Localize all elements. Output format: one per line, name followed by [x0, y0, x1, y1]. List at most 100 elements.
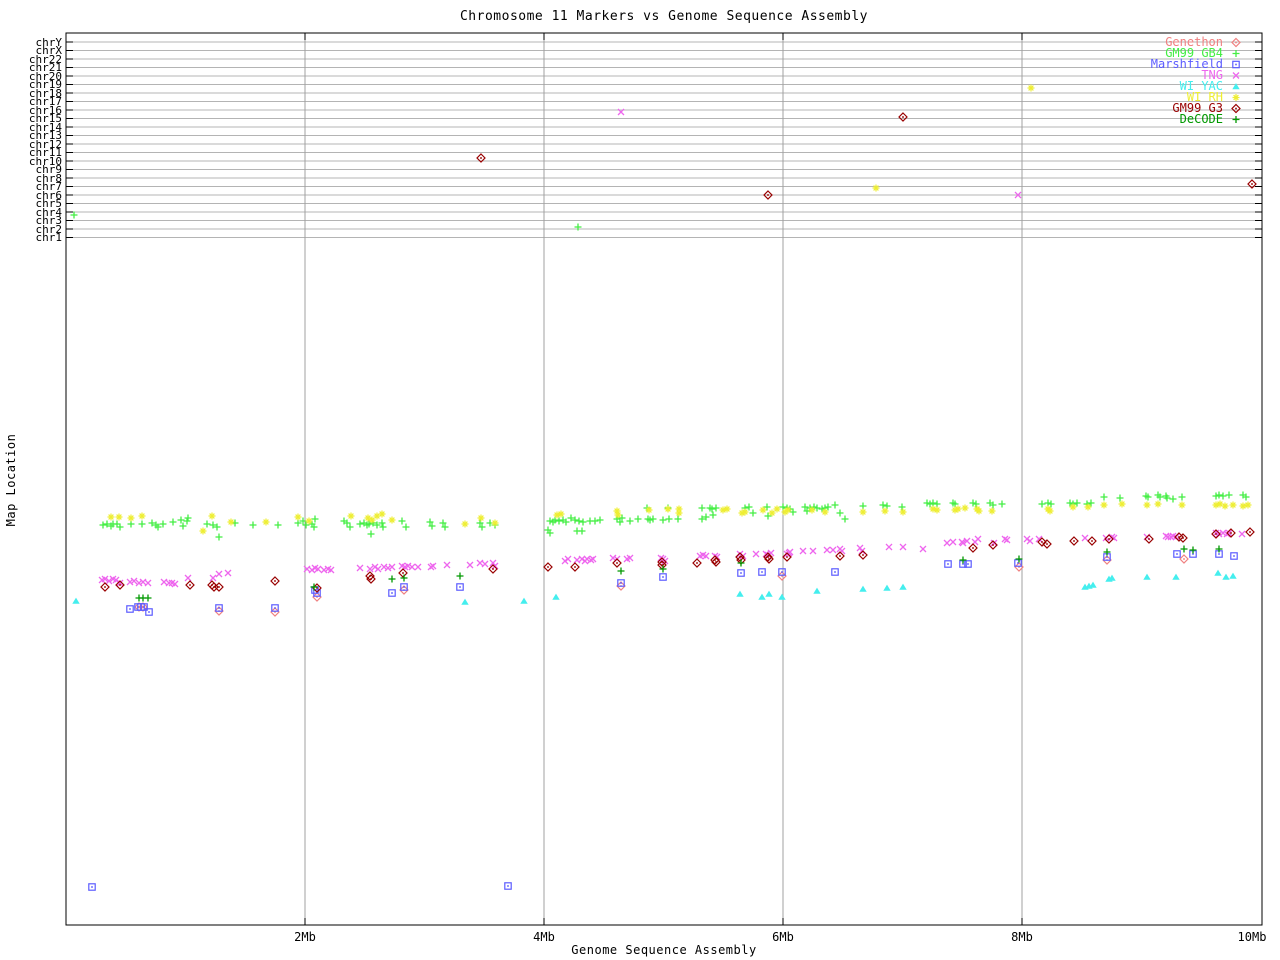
marker-wiyac — [758, 593, 766, 600]
marker-gm99gb4 — [168, 517, 178, 527]
marker-decode — [1188, 545, 1198, 555]
marker-tng — [443, 561, 451, 569]
marker-tng — [1238, 530, 1246, 538]
marker-gm99gb4 — [835, 508, 845, 518]
marker-wirh — [476, 513, 486, 523]
marker-tng — [823, 546, 831, 554]
marker-wirh — [226, 517, 236, 527]
marker-tng — [356, 564, 364, 572]
marker-wirh — [1243, 500, 1253, 510]
marker-wirh — [387, 515, 397, 525]
marker-wirh — [1142, 500, 1152, 510]
marker-wirh — [207, 511, 217, 521]
marker-wirh — [126, 513, 136, 523]
marker-gm99gb4 — [126, 519, 136, 529]
marker-gm99g3 — [270, 576, 280, 586]
plot-border — [65, 32, 1263, 926]
marker-wirh — [1177, 500, 1187, 510]
marker-gm99gb4 — [1177, 492, 1187, 502]
marker-tng — [374, 565, 382, 573]
legend-marker-marshfield-icon — [1232, 60, 1240, 69]
x-tick-label-2mb: 2Mb — [294, 930, 316, 944]
marker-gm99g3 — [214, 582, 224, 592]
marker-gm99gb4 — [697, 503, 707, 513]
marker-tng — [799, 547, 807, 555]
marker-wirh — [898, 507, 908, 517]
marker-decode — [1102, 547, 1112, 557]
marker-wirh — [346, 511, 356, 521]
marker-gm99g3 — [543, 562, 553, 572]
marker-tng — [752, 550, 760, 558]
marker-wirh — [1153, 499, 1163, 509]
marker-wiyac — [765, 590, 773, 597]
marker-marshfield — [737, 569, 745, 577]
marker-gm99g3 — [968, 543, 978, 553]
marker-wiyac — [778, 593, 786, 600]
legend-marker-tng-icon — [1232, 71, 1240, 80]
marker-decode — [658, 564, 668, 574]
marker-wirh — [1228, 500, 1238, 510]
marker-decode — [958, 555, 968, 565]
marker-wiyac — [813, 587, 821, 594]
marker-wiyac — [1172, 573, 1180, 580]
marker-wirh — [293, 512, 303, 522]
marker-wirh — [960, 503, 970, 513]
gridlines — [67, 34, 1261, 924]
marker-marshfield — [944, 560, 952, 568]
marker-gm99g3 — [398, 568, 408, 578]
marker-gm99gb4 — [178, 521, 188, 531]
marker-wirh — [114, 512, 124, 522]
legend-entry-marshfield: Marshfield — [1151, 58, 1242, 70]
marker-marshfield — [88, 883, 96, 891]
marker-gm99gb4 — [744, 502, 754, 512]
marker-marshfield — [388, 589, 396, 597]
marker-gm99gb4 — [578, 517, 588, 527]
y-axis-label-chr1: chr1 — [35, 231, 63, 244]
marker-gm99gb4 — [378, 522, 388, 532]
marker-genethon — [1179, 554, 1189, 564]
marker-gm99gb4 — [1037, 499, 1047, 509]
marker-gm99gb4 — [673, 514, 683, 524]
marker-gm99gb4 — [595, 515, 605, 525]
marker-gm99gb4 — [897, 502, 907, 512]
marker-gm99gb4 — [830, 500, 840, 510]
marker-wirh — [106, 512, 116, 522]
marker-tng — [224, 569, 232, 577]
marker-gm99gb4 — [1218, 491, 1228, 501]
marker-wiyac — [552, 593, 560, 600]
marker-wirh — [987, 506, 997, 516]
legend-marker-genethon-icon — [1231, 37, 1241, 48]
marker-gm99gb4 — [214, 532, 224, 542]
legend-marker-gm99g3-icon — [1231, 103, 1241, 114]
marker-wirh — [1026, 83, 1036, 93]
marker-tng — [481, 560, 489, 568]
marker-gm99gb4 — [932, 499, 942, 509]
marker-gm99g3 — [898, 112, 908, 122]
marker-tng — [466, 561, 474, 569]
marker-gm99g3 — [1087, 536, 1097, 546]
marker-gm99gb4 — [840, 514, 850, 524]
marker-tng — [829, 546, 837, 554]
marker-gm99gb4 — [711, 503, 721, 513]
marker-gm99gb4 — [98, 520, 108, 530]
marker-wirh — [858, 507, 868, 517]
marker-wiyac — [461, 598, 469, 605]
x-tick-label-10mb: 10Mb — [1237, 930, 1267, 944]
marker-gm99gb4 — [401, 522, 411, 532]
marker-gm99g3 — [209, 582, 219, 592]
marker-gm99gb4 — [708, 510, 718, 520]
marker-decode — [736, 558, 746, 568]
marker-gm99g3 — [1245, 527, 1255, 537]
marker-gm99g3 — [100, 582, 110, 592]
x-tick-label-4mb: 4Mb — [533, 930, 555, 944]
marker-decode — [455, 571, 465, 581]
marker-gm99gb4 — [137, 519, 147, 529]
legend: Genethon GM99 GB4 Marshfield TNG WI YAC WI RH… — [1151, 36, 1242, 125]
x-tick-label-6mb: 6Mb — [772, 930, 794, 944]
marker-gm99gb4 — [577, 526, 587, 536]
marker-tng — [1081, 534, 1089, 542]
marker-wirh — [674, 508, 684, 518]
marker-wirh — [663, 504, 673, 514]
marker-gm99gb4 — [273, 520, 283, 530]
marker-gm99gb4 — [1115, 493, 1125, 503]
